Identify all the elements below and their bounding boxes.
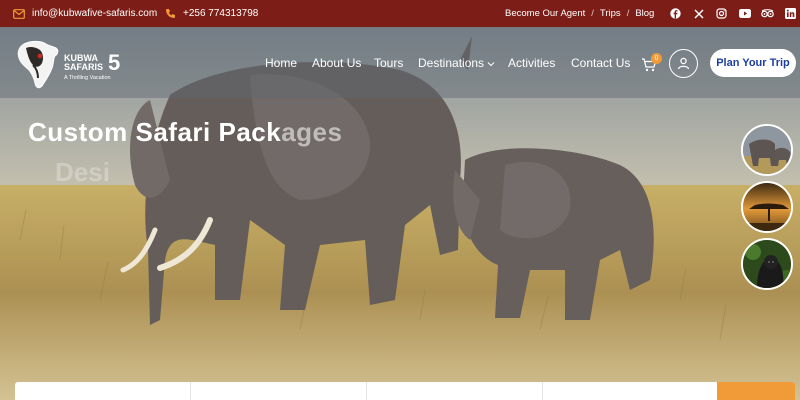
slide-thumbnail-gorilla[interactable] <box>741 238 793 290</box>
nav-activities-label: Activities <box>508 56 556 70</box>
hero-title-fade: ages <box>281 117 343 147</box>
logo-number: 5 <box>108 50 121 75</box>
nav-destinations[interactable]: Destinations <box>418 55 495 71</box>
hero-title: Custom Safari Packages <box>28 117 342 148</box>
nav-tours-label: Tours <box>374 56 404 70</box>
slide-thumbnail-elephants[interactable] <box>741 124 793 176</box>
cart-count-badge: 0 <box>651 53 662 64</box>
africa-map-icon <box>17 40 59 89</box>
nav-tours[interactable]: Tours <box>374 55 403 71</box>
nav-activities[interactable]: Activities <box>508 55 555 71</box>
tripadvisor-icon[interactable] <box>761 7 774 20</box>
topbar-phone-text: +256 774313798 <box>183 8 259 19</box>
blog-link[interactable]: Blog <box>635 8 654 19</box>
search-field-duration[interactable] <box>367 382 543 400</box>
topbar-email-text: info@kubwafive-safaris.com <box>32 8 158 19</box>
nav-about-label: About Us <box>312 56 362 70</box>
topbar-phone[interactable]: +256 774313798 <box>165 0 258 27</box>
top-bar: info@kubwafive-safaris.com +256 77431379… <box>0 0 800 27</box>
youtube-icon[interactable] <box>738 7 751 20</box>
chevron-down-icon <box>487 62 495 67</box>
become-agent-link[interactable]: Become Our Agent <box>505 8 585 19</box>
x-icon[interactable] <box>692 7 705 20</box>
search-field-destination[interactable] <box>15 382 191 400</box>
slide-thumbnail-sunset[interactable] <box>741 181 793 233</box>
tour-search-bar <box>15 382 795 400</box>
site-logo[interactable]: KUBWA SAFARIS 5 A Thrilling Vacation <box>16 40 126 92</box>
social-links <box>669 0 797 27</box>
nav-contact-label: Contact Us <box>571 56 631 70</box>
search-button[interactable] <box>717 382 795 400</box>
search-field-tour-type[interactable] <box>191 382 367 400</box>
facebook-icon[interactable] <box>669 7 682 20</box>
nav-destinations-label: Destinations <box>418 56 485 70</box>
hero-title-main: Custom Safari Pack <box>28 117 282 147</box>
logo-line2: SAFARIS <box>64 62 104 72</box>
separator: / <box>591 8 594 19</box>
nav-home[interactable]: Home <box>265 55 297 71</box>
nav-contact[interactable]: Contact Us <box>571 55 630 71</box>
logo-wordmark: KUBWA SAFARIS <box>64 54 103 72</box>
nav-home-label: Home <box>265 56 298 70</box>
separator: / <box>626 8 630 19</box>
topbar-email[interactable]: info@kubwafive-safaris.com <box>13 0 157 27</box>
instagram-icon[interactable] <box>715 7 728 20</box>
nav-about[interactable]: About Us <box>312 55 361 71</box>
plan-your-trip-button[interactable]: Plan Your Trip <box>710 49 796 77</box>
topbar-links: Become Our Agent / Trips / Blog <box>505 0 654 27</box>
logo-tagline: A Thrilling Vacation <box>64 75 111 81</box>
linkedin-icon[interactable] <box>784 7 797 20</box>
user-icon <box>677 57 690 70</box>
phone-icon <box>166 9 175 18</box>
hero-subtitle: Desi <box>55 157 110 187</box>
search-field-date[interactable] <box>543 382 717 400</box>
account-button[interactable] <box>669 49 698 78</box>
trips-link[interactable]: Trips <box>600 8 621 19</box>
mail-icon <box>13 8 25 19</box>
